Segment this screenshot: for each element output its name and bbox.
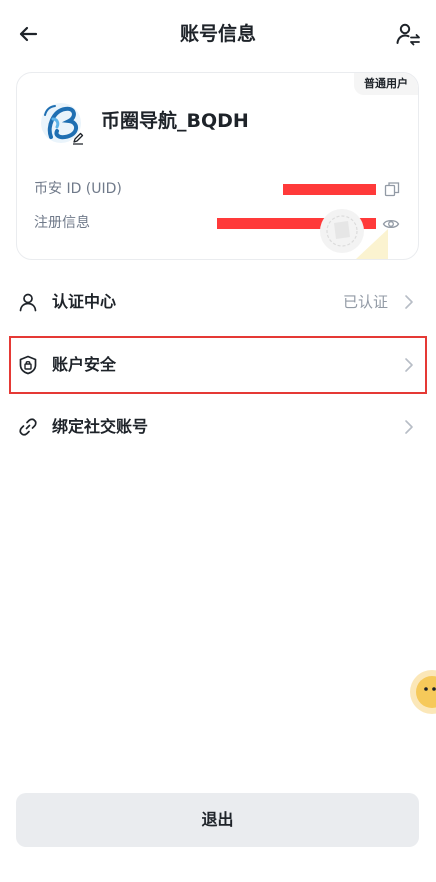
menu-label-account-security: 账户安全 — [52, 355, 117, 374]
copy-icon[interactable] — [384, 181, 400, 197]
menu-label-verification: 认证中心 — [52, 292, 117, 311]
page-title: 账号信息 — [179, 23, 256, 45]
decorative-watermark-icon — [320, 209, 388, 259]
uid-label: 币安 ID (UID) — [34, 181, 122, 197]
chevron-right-icon — [405, 358, 413, 372]
nickname: 币圈导航_BQDH — [101, 110, 249, 132]
switch-account-icon[interactable] — [394, 20, 422, 48]
menu-item-verification[interactable]: 认证中心 已认证 — [0, 274, 436, 330]
user-level-badge: 普通用户 — [354, 73, 418, 95]
menu-item-account-security[interactable]: 账户安全 — [0, 337, 436, 393]
header: 账号信息 — [0, 0, 436, 68]
chevron-right-icon — [405, 420, 413, 434]
edit-avatar-icon[interactable] — [71, 131, 85, 145]
shield-lock-icon — [19, 355, 37, 375]
user-icon — [19, 293, 37, 312]
uid-value-redacted — [283, 184, 376, 195]
link-icon — [19, 418, 37, 436]
profile-card: 普通用户 币圈导航_BQDH 币安 ID (UID) 注册信息 — [16, 72, 419, 260]
floating-assistant-icon[interactable] — [408, 668, 436, 716]
verification-status: 已认证 — [342, 293, 388, 311]
logout-button[interactable]: 退出 — [16, 793, 419, 847]
menu-item-bind-social[interactable]: 绑定社交账号 — [0, 399, 436, 455]
chevron-right-icon — [405, 295, 413, 309]
menu-label-bind-social: 绑定社交账号 — [52, 417, 149, 436]
register-label: 注册信息 — [34, 215, 90, 231]
